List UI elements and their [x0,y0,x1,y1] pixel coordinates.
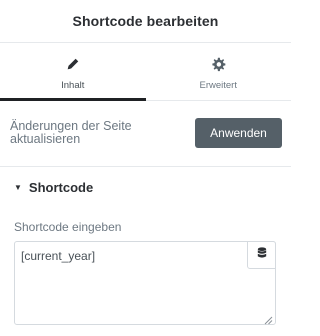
shortcode-value[interactable]: [current_year] [21,249,95,263]
section-shortcode-toggle[interactable]: ▼ Shortcode [0,166,291,208]
shortcode-textarea[interactable]: [current_year] [14,241,276,325]
database-icon [257,246,267,264]
caret-down-icon: ▼ [14,183,22,192]
apply-changes-row: Änderungen der Seite aktualisieren Anwen… [10,118,282,148]
apply-button[interactable]: Anwenden [195,118,282,148]
tab-content-label: Inhalt [61,80,85,91]
gear-icon [210,56,226,72]
apply-changes-text: Änderungen der Seite aktualisieren [10,119,132,146]
panel-title: Shortcode bearbeiten [72,13,219,29]
panel-header: Shortcode bearbeiten [0,0,291,43]
panel-tabs: Inhalt Erweitert [0,43,291,101]
tab-content[interactable]: Inhalt [0,43,146,101]
shortcode-field-label: Shortcode eingeben [14,220,122,234]
tab-advanced[interactable]: Erweitert [146,43,292,100]
pencil-icon [65,56,81,72]
tab-advanced-label: Erweitert [199,80,237,91]
section-title: Shortcode [28,180,94,195]
resize-handle[interactable] [263,312,273,325]
dynamic-tags-button[interactable] [247,241,276,269]
